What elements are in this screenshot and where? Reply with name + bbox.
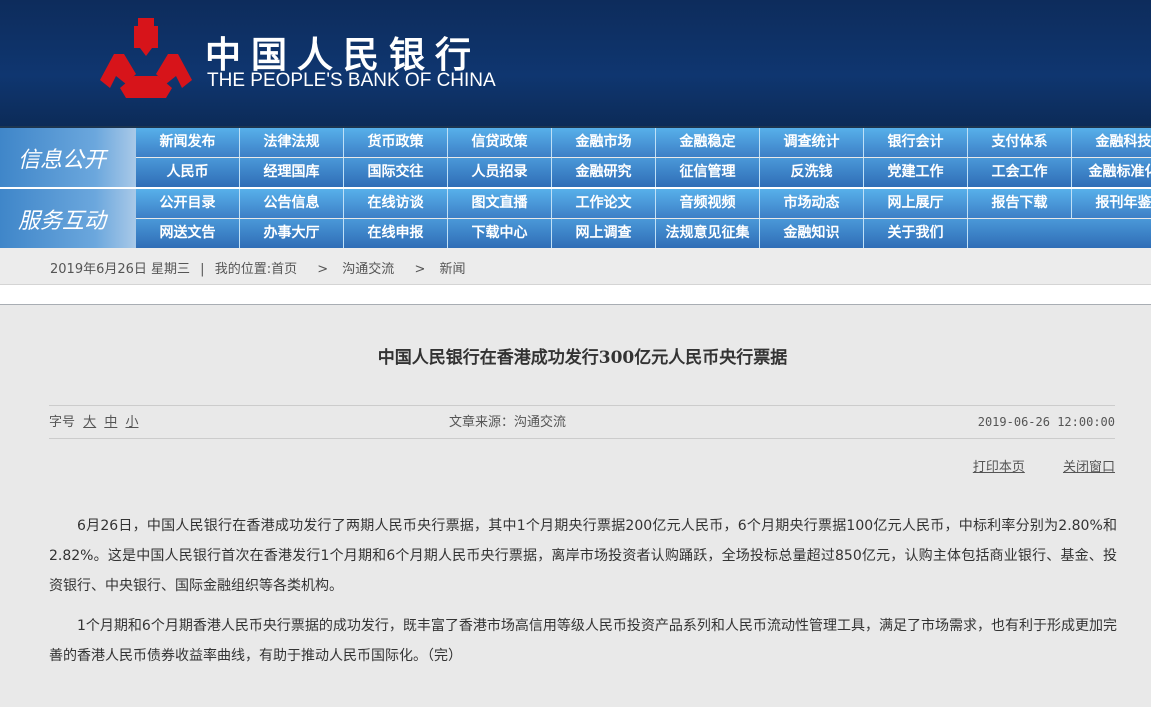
font-size-large[interactable]: 大 [83,415,96,430]
nav-item[interactable]: 党建工作 [864,158,968,187]
breadcrumb-arrow: > [317,262,329,277]
article-body: 6月26日，中国人民银行在香港成功发行了两期人民币央行票据，其中1个月期央行票据… [49,511,1117,681]
nav-item[interactable]: 金融稳定 [656,128,760,157]
nav-item[interactable]: 网上展厅 [864,189,968,218]
article-tools: 打印本页 关闭窗口 [939,456,1115,475]
nav-item[interactable]: 下载中心 [448,219,552,248]
nav-item[interactable]: 在线申报 [344,219,448,248]
nav-item[interactable]: 货币政策 [344,128,448,157]
nav-item[interactable]: 报刊年鉴 [1072,189,1151,218]
nav-row: 新闻发布 法律法规 货币政策 信贷政策 金融市场 金融稳定 调查统计 银行会计 支付体系 金融科技 [136,128,1151,157]
nav-item[interactable]: 图文直播 [448,189,552,218]
breadcrumb-home[interactable]: 我的位置:首页 [215,262,297,277]
nav-category-label: 信息公开 [0,128,136,187]
nav-item[interactable]: 办事大厅 [240,219,344,248]
nav-item[interactable]: 公告信息 [240,189,344,218]
close-window-link[interactable]: 关闭窗口 [1063,460,1115,475]
nav-item[interactable]: 报告下载 [968,189,1072,218]
article-source: 文章来源：沟通交流 [449,415,567,430]
nav-item[interactable]: 调查统计 [760,128,864,157]
nav-row: 人民币经理国库国际交往人员招录金融研究征信管理反洗钱党建工作工会工作金融标准化 [136,158,1151,187]
nav-item[interactable]: 经理国库 [240,158,344,187]
font-size-label: 字号 [49,415,76,430]
print-link[interactable]: 打印本页 [973,460,1025,475]
breadcrumb: 2019年6月26日 星期三 | 我的位置:首页 > 沟通交流 > 新闻 [0,248,1151,285]
nav-item[interactable]: 国际交往 [344,158,448,187]
site-header: 中国人民银行 THE PEOPLE'S BANK OF CHINA [0,0,1151,126]
nav-item[interactable]: 网送文告 [136,219,240,248]
nav-info-disclosure: 信息公开 新闻发布 法律法规 货币政策 信贷政策 金融市场 金融稳定 调查统计 银行会计 支付体… [0,128,1151,187]
font-size-medium[interactable]: 中 [104,415,117,430]
nav-item[interactable]: 金融研究 [552,158,656,187]
nav-item[interactable]: 工作论文 [552,189,656,218]
nav-item[interactable]: 音频视频 [656,189,760,218]
nav-row: 公开目录 公告信息 在线访谈 图文直播 工作论文 音频视频 市场动态 网上展厅 报告下载 报刊年鉴 [136,189,1151,218]
article-meta: 字号 大 中 小 文章来源：沟通交流 2019-06-26 12:00:00 [49,405,1115,439]
article-time: 2019-06-26 12:00:00 [977,415,1115,429]
nav-item[interactable]: 金融知识 [760,219,864,248]
nav-item[interactable]: 金融市场 [552,128,656,157]
font-size-small[interactable]: 小 [125,415,138,430]
separator: | [200,262,205,277]
nav-item[interactable]: 人员招录 [448,158,552,187]
breadcrumb-item[interactable]: 新闻 [439,262,465,277]
nav-service-interaction: 服务互动 公开目录 公告信息 在线访谈 图文直播 工作论文 音频视频 市场动态 网上展厅 报告下… [0,189,1151,248]
nav-item[interactable]: 公开目录 [136,189,240,218]
nav-item[interactable]: 网上调查 [552,219,656,248]
nav-item[interactable]: 在线访谈 [344,189,448,218]
current-date: 2019年6月26日 星期三 [50,262,191,277]
breadcrumb-item[interactable]: 沟通交流 [342,262,394,277]
article-title: 中国人民银行在香港成功发行300亿元人民币央行票据 [377,348,788,368]
nav-row: 网送文告 办事大厅 在线申报 下载中心 网上调查 法规意见征集 金融知识 关于我们 [136,219,1151,248]
bank-name-en: THE PEOPLE'S BANK OF CHINA [207,70,496,91]
paragraph: 6月26日，中国人民银行在香港成功发行了两期人民币央行票据，其中1个月期央行票据… [49,518,1117,594]
paragraph: 1个月期和6个月期香港人民币央行票据的成功发行，既丰富了香港市场高信用等级人民币… [49,618,1117,664]
nav-item[interactable]: 新闻发布 [136,128,240,157]
nav-item[interactable]: 征信管理 [656,158,760,187]
nav-item[interactable]: 金融标准化 [1072,158,1151,187]
breadcrumb-arrow: > [414,262,426,277]
nav-item[interactable]: 关于我们 [864,219,968,248]
divider [0,285,1151,305]
nav-item[interactable]: 法规意见征集 [656,219,760,248]
nav-item[interactable]: 金融科技 [1072,128,1151,157]
nav-item[interactable]: 法律法规 [240,128,344,157]
nav-item[interactable]: 人民币 [136,158,240,187]
nav-category-label: 服务互动 [0,189,136,248]
nav-item[interactable]: 市场动态 [760,189,864,218]
nav-item[interactable]: 反洗钱 [760,158,864,187]
nav-item[interactable]: 支付体系 [968,128,1072,157]
font-size-selector: 字号 大 中 小 [49,406,138,439]
nav-item[interactable]: 信贷政策 [448,128,552,157]
pboc-logo-icon[interactable] [100,18,192,98]
nav-item[interactable]: 银行会计 [864,128,968,157]
nav-item[interactable]: 工会工作 [968,158,1072,187]
